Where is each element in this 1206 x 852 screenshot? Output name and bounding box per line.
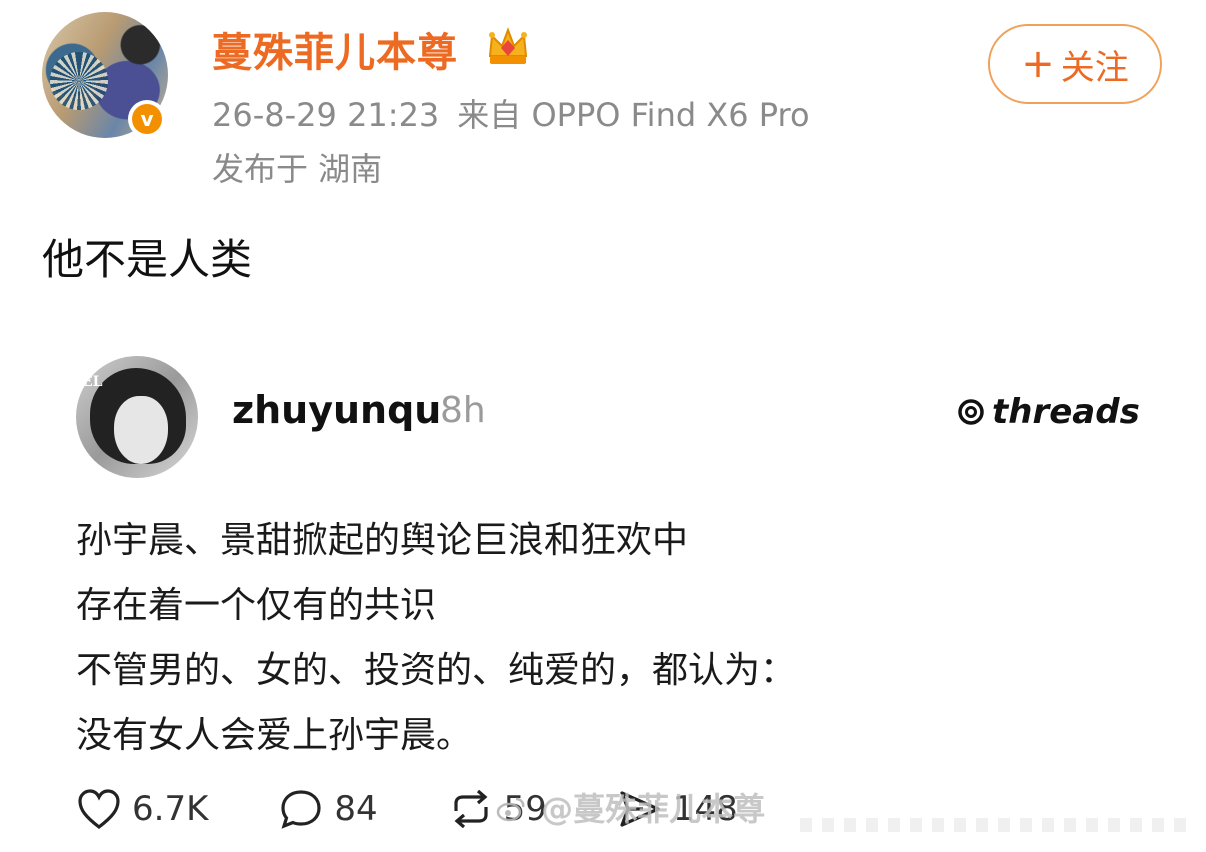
thread-author-avatar: EL: [76, 356, 198, 478]
verified-badge: v: [128, 100, 166, 138]
thread-line: 存在着一个仅有的共识: [76, 585, 437, 626]
threads-wordmark: threads: [992, 392, 1140, 432]
post-source: 来自 OPPO Find X6 Pro: [457, 96, 810, 134]
watermark-text: @蔓殊菲儿本尊: [541, 790, 766, 828]
post-text: 他不是人类: [42, 235, 253, 284]
comment-icon: [281, 790, 321, 829]
author-name[interactable]: 蔓殊菲儿本尊: [212, 20, 458, 78]
plus-icon: +: [1021, 41, 1055, 87]
bottom-divider: [800, 818, 1194, 832]
like-action: 6.7K: [76, 787, 208, 831]
like-count: 6.7K: [132, 789, 209, 829]
avatar-tag: EL: [82, 374, 103, 390]
comment-count: 84: [334, 789, 378, 829]
threads-logo: threads: [956, 392, 1140, 432]
follow-button[interactable]: + 关注: [988, 24, 1162, 104]
avatar-fan-decoration: [50, 52, 108, 110]
repost-icon: [454, 789, 488, 829]
thread-line: 孙宇晨、景甜掀起的舆论巨浪和狂欢中: [76, 520, 689, 561]
follow-label: 关注: [1060, 47, 1129, 88]
thread-line: 不管男的、女的、投资的、纯爱的，都认为：: [76, 650, 797, 691]
weibo-watermark: @蔓殊菲儿本尊: [496, 784, 765, 830]
thread-username: zhuyunqu: [232, 388, 442, 432]
weibo-logo-icon: [496, 797, 525, 822]
thread-time: 8h: [440, 390, 486, 431]
post-timestamp: 26-8-29 21:23: [212, 96, 440, 134]
crown-icon: [488, 27, 528, 64]
post-meta: 26-8-29 21:23 来自 OPPO Find X6 Pro: [212, 90, 810, 136]
verified-v-icon: v: [132, 104, 162, 134]
post-location: 发布于 湖南: [212, 150, 383, 188]
heart-icon: [78, 789, 120, 830]
thread-body: 孙宇晨、景甜掀起的舆论巨浪和狂欢中 存在着一个仅有的共识 不管男的、女的、投资的…: [76, 508, 796, 768]
thread-line: 没有女人会爱上孙宇晨。: [76, 715, 473, 756]
threads-at-icon: [958, 399, 984, 425]
avatar-face: [114, 396, 168, 464]
comment-action: 84: [278, 787, 378, 831]
